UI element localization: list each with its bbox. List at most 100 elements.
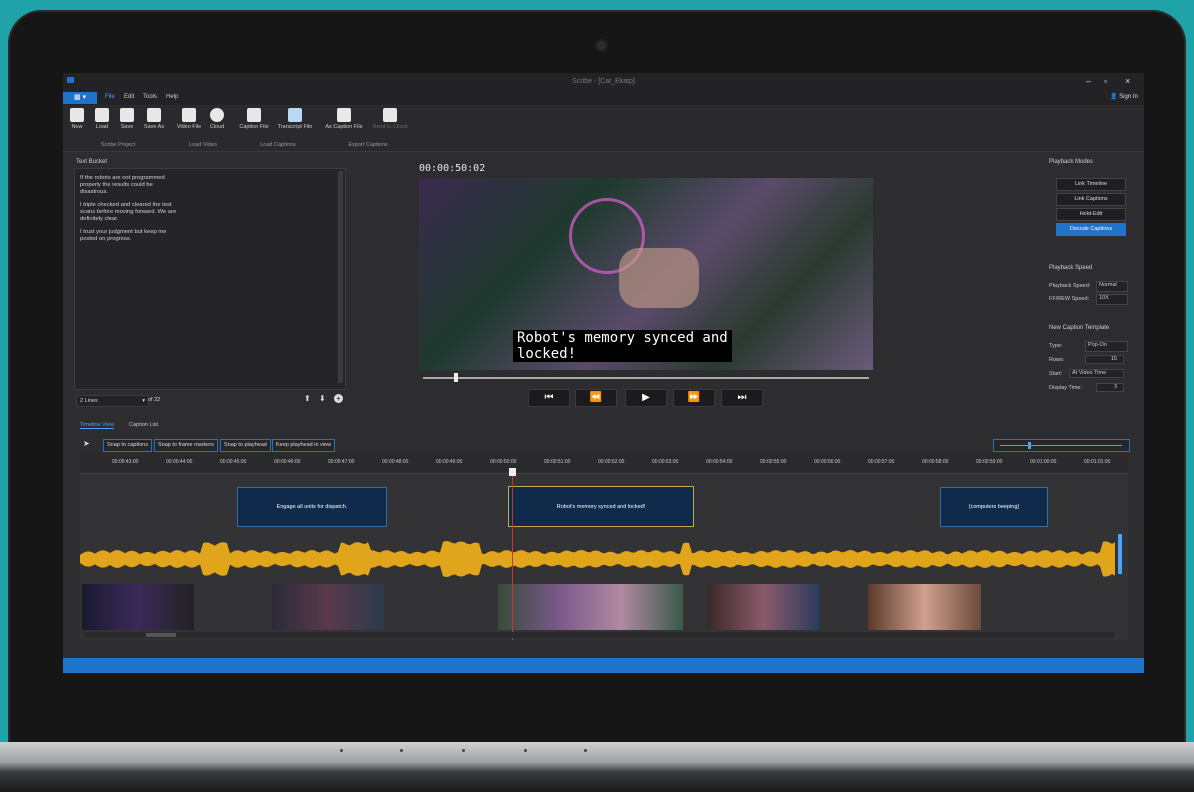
play-button[interactable]: ▶ [625, 389, 667, 407]
skip-end-button[interactable]: ⏭ [721, 389, 763, 407]
text-bucket-scrollbar[interactable] [338, 171, 343, 383]
ruler-tick-label: 00:00:50:00 [490, 459, 517, 465]
snap-frame-markers-toggle[interactable]: Snap to frame markers [154, 439, 218, 452]
volume-slider[interactable] [1118, 534, 1122, 574]
rewind-button[interactable]: ⏪ [575, 389, 617, 407]
sign-in-label: Sign In [1119, 94, 1138, 100]
as-caption-file-button[interactable]: As Caption File [323, 108, 365, 130]
menu-tools[interactable]: Tools [143, 94, 157, 100]
skip-start-button[interactable]: ⏮ [528, 389, 570, 407]
audio-waveform[interactable] [80, 529, 1120, 589]
ruler-tick-label: 00:00:53:00 [652, 459, 679, 465]
zoom-slider-handle[interactable] [1028, 442, 1031, 449]
cc-icon [247, 108, 261, 122]
ruler-tick-label: 00:00:43:00 [112, 459, 139, 465]
cloud-button[interactable]: Cloud [207, 108, 227, 130]
video-file-button[interactable]: Video File [175, 108, 203, 130]
ruler-tick-label: 00:00:54:00 [706, 459, 733, 465]
scrollbar-thumb[interactable] [146, 633, 176, 637]
playback-speed-select[interactable]: Normal [1096, 281, 1128, 292]
playback-modes-label: Playback Modes [1049, 159, 1094, 165]
folder-icon [95, 108, 109, 122]
video-seekbar[interactable] [423, 377, 869, 379]
status-bar [63, 658, 1144, 673]
save-as-button[interactable]: Save As [141, 108, 167, 130]
display-time-row-label: Display Time: [1049, 385, 1083, 391]
snap-playhead-toggle[interactable]: Snap to playhead [220, 439, 271, 452]
display-time-stepper[interactable]: 3 [1096, 383, 1124, 392]
page-indicator: of 22 [148, 397, 161, 403]
send-to-cloud-button[interactable]: Send to Cloud [369, 108, 411, 130]
menu-file[interactable]: File [105, 94, 115, 100]
link-timeline-button[interactable]: Link Timeline [1056, 178, 1126, 191]
sign-in-button[interactable]: 👤 Sign In [1110, 93, 1138, 100]
text-paragraph: If the robots are not programmed properl… [80, 175, 165, 195]
snap-captions-toggle[interactable]: Snap to captions [103, 439, 152, 452]
hold-edit-button[interactable]: Hold-Edit [1056, 208, 1126, 221]
ruler-tick-label: 00:01:01:00 [1084, 459, 1111, 465]
caption-block[interactable]: [computers beeping] [940, 487, 1048, 527]
text-bucket-editor[interactable]: If the robots are not programmed properl… [74, 168, 346, 390]
type-row-label: Type: [1049, 343, 1063, 349]
timeline-ruler[interactable]: 00:00:43:00 00:00:44:00 00:00:45:00 00:00:4… [80, 453, 1128, 474]
start-select[interactable]: At Video Time [1069, 369, 1124, 378]
save-button[interactable]: Save [117, 108, 137, 130]
caption-block[interactable]: Engage all units for dispatch. [237, 487, 387, 527]
minimize-button[interactable]: – [1086, 76, 1091, 86]
group-export-captions: Export Captions [348, 142, 388, 148]
video-player[interactable]: Robot's memory synced and locked! [419, 178, 873, 370]
save-as-icon [147, 108, 161, 122]
add-icon[interactable]: + [334, 394, 343, 403]
lines-select[interactable]: 2 Lines ▾ [76, 395, 149, 407]
pointer-tool-icon[interactable]: ➤ [83, 439, 90, 448]
group-load-captions: Load Captions [260, 142, 296, 148]
move-down-icon[interactable]: ⬇ [319, 394, 326, 403]
close-button[interactable]: × [1125, 76, 1130, 86]
load-button[interactable]: Load [91, 108, 113, 130]
ffrew-speed-select[interactable]: 10X [1096, 294, 1128, 305]
app-window: Scribe - [Cat_Ekatp] – ▫ × ▦ ▾ File Edit… [63, 73, 1144, 673]
playhead-handle[interactable] [509, 468, 516, 476]
type-select[interactable]: Pop-On [1085, 341, 1128, 352]
new-button[interactable]: New [67, 108, 87, 130]
zoom-slider[interactable] [993, 439, 1130, 452]
text-paragraph: I trust your judgment but keep me posted… [80, 229, 167, 242]
transcript-file-button[interactable]: Transcript File [275, 108, 315, 130]
caption-file-button[interactable]: Caption File [237, 108, 271, 130]
seekbar-handle[interactable] [454, 373, 459, 382]
fast-forward-button[interactable]: ⏩ [673, 389, 715, 407]
ruler-tick-label: 00:00:46:00 [274, 459, 301, 465]
ffrew-speed-row-label: FF/REW Speed: [1049, 296, 1090, 302]
tab-caption-list[interactable]: Caption List [129, 422, 158, 428]
move-up-icon[interactable]: ⬆ [304, 394, 311, 403]
caption-block-selected[interactable]: Robot's memory synced and locked! [508, 486, 694, 527]
ruler-tick-label: 00:00:51:00 [544, 459, 571, 465]
ruler-tick-label: 00:01:00:00 [1030, 459, 1057, 465]
app-menu-button[interactable]: ▦ ▾ [63, 92, 97, 104]
rows-row-label: Rows: [1049, 357, 1065, 363]
decode-captions-button[interactable]: Decode Captions [1056, 223, 1126, 236]
ruler-tick-label: 00:00:47:00 [328, 459, 355, 465]
keep-playhead-toggle[interactable]: Keep playhead in view [272, 439, 336, 452]
playback-speed-row-label: Playback Speed: [1049, 283, 1091, 289]
laptop-base [0, 742, 1194, 792]
video-thumbnail [498, 584, 683, 630]
rows-stepper[interactable]: 15 [1085, 355, 1124, 364]
ruler-tick-label: 00:00:44:00 [166, 459, 193, 465]
playhead-line[interactable] [512, 474, 513, 640]
caption-template-label: New Caption Template [1049, 325, 1110, 331]
video-subtitle: Robot's memory synced and locked! [513, 330, 732, 362]
menu-edit[interactable]: Edit [124, 94, 134, 100]
globe-icon [210, 108, 224, 122]
tab-timeline-view[interactable]: Timeline View [80, 422, 114, 429]
menu-help[interactable]: Help [166, 94, 178, 100]
video-thumbnail [272, 584, 384, 630]
timeline-h-scrollbar[interactable] [84, 632, 1114, 638]
maximize-button[interactable]: ▫ [1104, 76, 1107, 86]
start-row-label: Start: [1049, 371, 1063, 377]
video-thumbnail [82, 584, 194, 630]
link-captions-button[interactable]: Link Captions [1056, 193, 1126, 206]
cc-export-icon [337, 108, 351, 122]
timeline-tracks[interactable]: Engage all units for dispatch. Robot's m… [80, 474, 1128, 640]
ruler-tick-label: 00:00:52:00 [598, 459, 625, 465]
